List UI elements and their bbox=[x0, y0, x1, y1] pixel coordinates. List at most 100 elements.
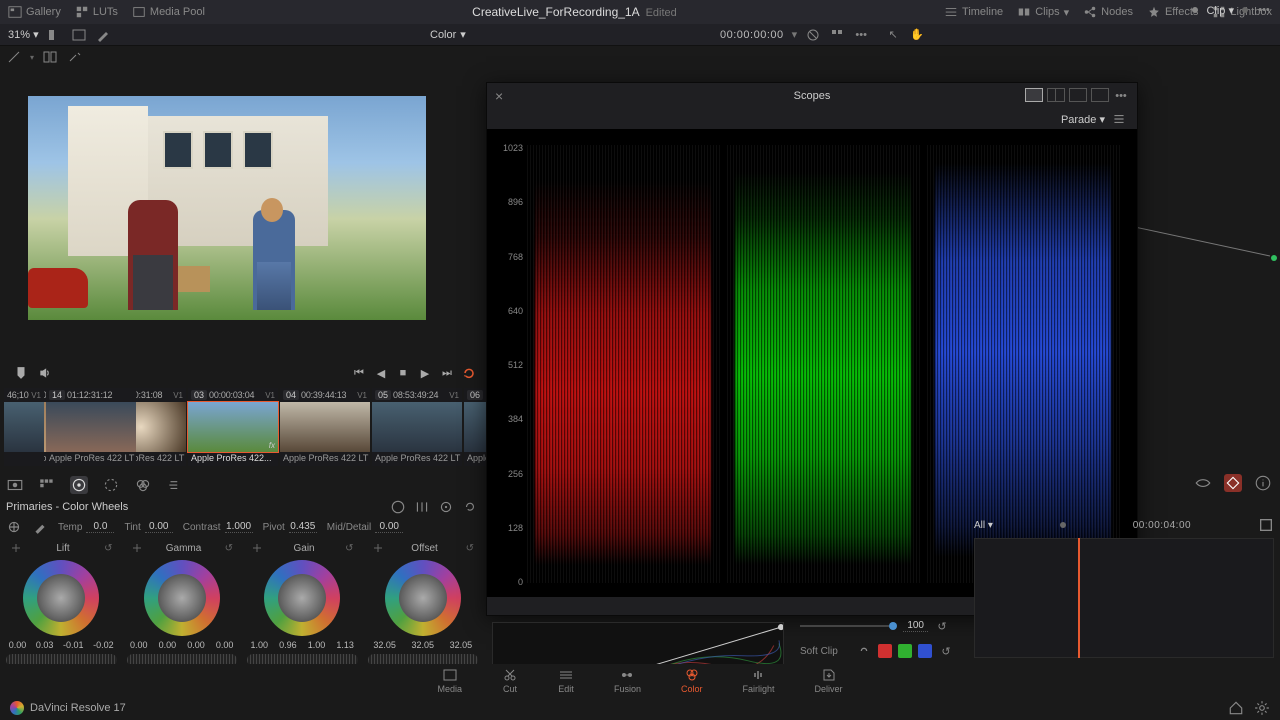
auto-balance-icon[interactable] bbox=[6, 519, 22, 535]
keyframe-expand-icon[interactable] bbox=[1258, 517, 1274, 533]
info-icon[interactable] bbox=[1254, 474, 1272, 492]
nav-color[interactable]: Color bbox=[681, 667, 703, 694]
gamma-value[interactable]: 0.00 bbox=[187, 640, 205, 650]
pick-white-icon[interactable] bbox=[32, 519, 48, 535]
lift-value[interactable]: 0.00 bbox=[9, 640, 27, 650]
layout-1-button[interactable] bbox=[1025, 88, 1043, 102]
speaker-icon[interactable] bbox=[38, 366, 52, 380]
effects-button[interactable]: Effects bbox=[1147, 5, 1198, 19]
gamma-wheel[interactable] bbox=[144, 560, 220, 636]
lift-value[interactable]: -0.02 bbox=[93, 640, 114, 650]
pivot-value[interactable]: 0.435 bbox=[289, 521, 317, 533]
play-button[interactable]: ▶ bbox=[418, 366, 432, 380]
highlight-wand-icon[interactable] bbox=[66, 49, 82, 65]
clip-mode-dropdown[interactable]: Clip ▾ bbox=[1206, 4, 1234, 17]
luts-button[interactable]: LUTs bbox=[75, 5, 118, 19]
offset-value[interactable]: 32.05 bbox=[450, 640, 473, 650]
layout-2-button[interactable] bbox=[1047, 88, 1065, 102]
gain-wheel[interactable] bbox=[264, 560, 340, 636]
next-clip-button[interactable]: ⏭ bbox=[440, 366, 454, 380]
keyframe-all-dropdown[interactable]: All ▾ bbox=[974, 520, 993, 531]
softclip-red[interactable] bbox=[878, 644, 892, 658]
keyframe-playhead[interactable] bbox=[1078, 538, 1080, 658]
loop-button[interactable] bbox=[462, 366, 476, 380]
layout-4-button[interactable] bbox=[1069, 88, 1087, 102]
bypass-icon[interactable] bbox=[805, 27, 821, 43]
clip-thumbnail[interactable]: 46;10V1 bbox=[4, 388, 44, 466]
lift-reset[interactable]: ↺ bbox=[104, 543, 112, 554]
offset-reset[interactable]: ↺ bbox=[466, 543, 474, 554]
motion-effects-icon[interactable] bbox=[166, 476, 184, 494]
image-wipe-icon[interactable] bbox=[6, 49, 22, 65]
home-icon[interactable] bbox=[1228, 700, 1244, 716]
highlight-icon[interactable] bbox=[95, 27, 111, 43]
gain-value[interactable]: 1.13 bbox=[336, 640, 354, 650]
arrow-cursor-icon[interactable]: ↖ bbox=[885, 27, 901, 43]
play-reverse-button[interactable]: ◀ bbox=[374, 366, 388, 380]
nav-deliver[interactable]: Deliver bbox=[815, 667, 843, 694]
wheel-picker-icon[interactable] bbox=[131, 542, 143, 554]
nav-edit[interactable]: Edit bbox=[558, 667, 574, 694]
nav-fairlight[interactable]: Fairlight bbox=[743, 667, 775, 694]
viewer-timecode[interactable]: 00:00:00:00 bbox=[720, 29, 784, 41]
color-checker-icon[interactable] bbox=[38, 476, 56, 494]
clip-thumbnail[interactable]: 1401:12:31:12 Apple ProRes 422 LT bbox=[46, 388, 136, 466]
hdr-wheels-icon[interactable] bbox=[102, 476, 120, 494]
offset-value[interactable]: 32.05 bbox=[373, 640, 396, 650]
reset-all-icon[interactable] bbox=[462, 499, 478, 515]
gain-value[interactable]: 1.00 bbox=[308, 640, 326, 650]
prev-clip-button[interactable]: ⏮ bbox=[352, 366, 366, 380]
reset-icon[interactable]: ↺ bbox=[938, 643, 954, 659]
tint-value[interactable]: 0.00 bbox=[145, 521, 173, 533]
viewer-split-icon[interactable] bbox=[47, 27, 63, 43]
softclip-slider[interactable]: 100↺ bbox=[800, 618, 950, 634]
gain-value[interactable]: 1.00 bbox=[251, 640, 269, 650]
viewer[interactable] bbox=[28, 96, 426, 320]
nav-fusion[interactable]: Fusion bbox=[614, 667, 641, 694]
gamma-value[interactable]: 0.00 bbox=[159, 640, 177, 650]
lift-value[interactable]: 0.03 bbox=[36, 640, 54, 650]
wheel-picker-icon[interactable] bbox=[372, 542, 384, 554]
clips-button[interactable]: Clips▾ bbox=[1017, 5, 1069, 19]
scope-type-dropdown[interactable]: Parade ▾ bbox=[1061, 113, 1105, 126]
gamma-value[interactable]: 0.00 bbox=[216, 640, 234, 650]
mediapool-button[interactable]: Media Pool bbox=[132, 5, 205, 19]
more-icon[interactable]: ••• bbox=[1256, 2, 1272, 18]
gallery-button[interactable]: Gallery bbox=[8, 5, 61, 19]
page-dropdown[interactable]: Color▾ bbox=[430, 28, 466, 41]
gain-value[interactable]: 0.96 bbox=[279, 640, 297, 650]
scopes-more-icon[interactable]: ••• bbox=[1113, 88, 1129, 104]
close-button[interactable]: × bbox=[495, 88, 503, 104]
camera-raw-icon[interactable] bbox=[6, 476, 24, 494]
nodes-button[interactable]: Nodes bbox=[1083, 5, 1133, 19]
temp-value[interactable]: 0.0 bbox=[86, 521, 114, 533]
keyframe-editor-icon[interactable] bbox=[1224, 474, 1242, 492]
log-mode-icon[interactable] bbox=[438, 499, 454, 515]
rgb-mixer-icon[interactable] bbox=[134, 476, 152, 494]
wheels-mode-icon[interactable] bbox=[390, 499, 406, 515]
offset-value[interactable]: 32.05 bbox=[411, 640, 434, 650]
scope-settings-icon[interactable] bbox=[1111, 111, 1127, 127]
settings-gear-icon[interactable] bbox=[1254, 700, 1270, 716]
viewer-grid-icon[interactable] bbox=[71, 27, 87, 43]
lift-value[interactable]: -0.01 bbox=[63, 640, 84, 650]
wheel-picker-icon[interactable] bbox=[251, 542, 263, 554]
gamma-value[interactable]: 0.00 bbox=[130, 640, 148, 650]
hand-icon[interactable]: ✋ bbox=[909, 27, 925, 43]
bars-mode-icon[interactable] bbox=[414, 499, 430, 515]
timeline-button[interactable]: Timeline bbox=[944, 5, 1003, 19]
wheel-picker-icon[interactable] bbox=[10, 542, 22, 554]
grid-icon[interactable] bbox=[829, 27, 845, 43]
softclip-blue[interactable] bbox=[918, 644, 932, 658]
contrast-value[interactable]: 1.000 bbox=[225, 521, 253, 533]
keyframe-track[interactable] bbox=[974, 538, 1274, 658]
gamma-reset[interactable]: ↺ bbox=[225, 543, 233, 554]
marker-icon[interactable] bbox=[14, 366, 28, 380]
mid-value[interactable]: 0.00 bbox=[375, 521, 403, 533]
nav-cut[interactable]: Cut bbox=[502, 667, 518, 694]
link-icon[interactable] bbox=[856, 643, 872, 659]
layout-5-button[interactable] bbox=[1091, 88, 1109, 102]
lift-wheel[interactable] bbox=[23, 560, 99, 636]
zoom-dropdown[interactable]: 31% ▾ bbox=[8, 28, 39, 41]
split-screen-icon[interactable] bbox=[42, 49, 58, 65]
